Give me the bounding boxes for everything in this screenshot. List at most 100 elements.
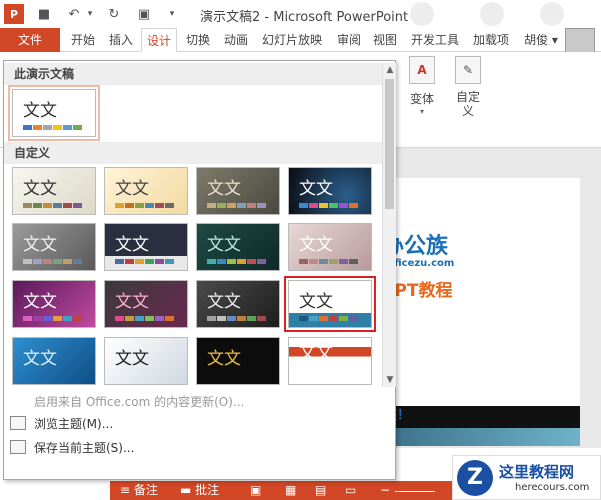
section-custom: 自定义 xyxy=(4,142,382,164)
customize-button[interactable]: ✎ 自定 义 xyxy=(446,56,490,118)
save-theme-icon xyxy=(10,440,26,454)
powerpoint-logo-icon[interactable]: P xyxy=(4,4,24,24)
theme-thumb-label: 文文 xyxy=(299,343,333,363)
normal-view-icon[interactable]: ▣ xyxy=(250,482,261,499)
tab-review[interactable]: 审阅 xyxy=(332,28,366,52)
tab-insert[interactable]: 插入 xyxy=(104,28,138,52)
theme-custom-10[interactable]: 文文 xyxy=(104,280,188,328)
theme-custom-15[interactable]: 文文 xyxy=(196,337,280,385)
theme-swatches xyxy=(23,203,83,208)
theme-custom-12-selected[interactable]: 文文 xyxy=(284,276,376,332)
tab-developer[interactable]: 开发工具 xyxy=(406,28,464,52)
menu-enable-office-updates: 启用来自 Office.com 的内容更新(O)... xyxy=(34,391,244,413)
theme-thumb-label: 文文 xyxy=(115,292,149,312)
undo-icon[interactable]: ↶ xyxy=(64,4,84,24)
zoom-slider[interactable] xyxy=(395,482,435,492)
user-name-label: 胡俊 xyxy=(524,33,549,47)
tab-addins[interactable]: 加载项 xyxy=(468,28,514,52)
tab-view[interactable]: 视图 xyxy=(368,28,402,52)
slide-sorter-icon[interactable]: ▦ xyxy=(285,482,296,499)
comments-label: 批注 xyxy=(195,483,220,497)
menu-save-current-theme[interactable]: 保存当前主题(S)... xyxy=(10,437,134,459)
theme-custom-11[interactable]: 文文 xyxy=(196,280,280,328)
comments-button[interactable]: ▬ 批注 xyxy=(180,482,219,499)
watermark-logo: Z 这里教程网 herecours.com xyxy=(452,455,601,500)
theme-thumb-label: 文文 xyxy=(207,292,241,312)
theme-custom-3[interactable]: 文文 xyxy=(196,167,280,215)
theme-custom-16[interactable]: 文文 xyxy=(288,337,372,385)
theme-thumb-label: 文文 xyxy=(207,179,241,199)
variants-label: 变体 xyxy=(409,92,434,106)
menu-browse-themes-label: 浏览主题(M)... xyxy=(34,417,114,431)
slideshow-view-icon[interactable]: ▭ xyxy=(345,482,356,499)
theme-swatches xyxy=(299,316,359,321)
customize-qat-icon[interactable]: ▾ xyxy=(162,4,182,24)
theme-swatches xyxy=(115,316,175,321)
theme-thumb-label: 文文 xyxy=(23,101,57,121)
theme-swatches xyxy=(23,316,83,321)
tab-home[interactable]: 开始 xyxy=(66,28,100,52)
theme-custom-13[interactable]: 文文 xyxy=(12,337,96,385)
theme-custom-2[interactable]: 文文 xyxy=(104,167,188,215)
notes-label: 备注 xyxy=(133,483,158,497)
theme-swatches xyxy=(23,259,83,264)
tab-design[interactable]: 设计 xyxy=(141,28,177,52)
ribbon-tab-bar: 文件 开始 插入 设计 切换 动画 幻灯片放映 审阅 视图 开发工具 加载项 胡… xyxy=(0,28,601,52)
theme-swatches xyxy=(115,259,175,264)
theme-custom-6[interactable]: 文文 xyxy=(104,223,188,271)
menu-enable-office-updates-label: 启用来自 Office.com 的内容更新(O)... xyxy=(34,395,245,409)
tab-animations[interactable]: 动画 xyxy=(219,28,253,52)
theme-current[interactable]: 文文 xyxy=(8,85,100,141)
scroll-thumb[interactable] xyxy=(385,79,394,209)
theme-swatches xyxy=(299,203,359,208)
theme-thumb-label: 文文 xyxy=(299,179,333,199)
skull-decoration-icon xyxy=(540,2,564,26)
user-name[interactable]: 胡俊 ▾ xyxy=(520,28,562,52)
theme-custom-8[interactable]: 文文 xyxy=(288,223,372,271)
customize-label: 自定 义 xyxy=(455,90,480,118)
scroll-up-icon[interactable]: ▲ xyxy=(383,63,397,77)
variants-button[interactable]: A 变体 ▾ xyxy=(400,56,444,116)
watermark-site: herecours.com xyxy=(515,482,590,493)
redo-icon[interactable]: ↻ xyxy=(104,4,124,24)
slide-canvas[interactable]: 办公族 Officezu.com PPT教程 族！ xyxy=(380,178,580,446)
tab-file[interactable]: 文件 xyxy=(0,28,60,52)
theme-custom-4[interactable]: 文文 xyxy=(288,167,372,215)
scroll-down-icon[interactable]: ▼ xyxy=(383,373,397,387)
tab-slideshow[interactable]: 幻灯片放映 xyxy=(256,28,328,52)
theme-thumb-label: 文文 xyxy=(299,292,333,312)
theme-swatches xyxy=(207,259,267,264)
skull-decoration-icon xyxy=(480,2,504,26)
theme-custom-14[interactable]: 文文 xyxy=(104,337,188,385)
theme-thumb-label: 文文 xyxy=(23,179,57,199)
customize-icon: ✎ xyxy=(455,56,481,84)
notes-button[interactable]: ≡ 备注 xyxy=(120,482,158,499)
theme-thumb-label: 文文 xyxy=(207,349,241,369)
slide-editing-area: 办公族 Officezu.com PPT教程 族！ xyxy=(380,148,601,448)
theme-swatches xyxy=(207,203,267,208)
variants-icon: A xyxy=(409,56,435,84)
zoom-out-icon[interactable]: − xyxy=(380,482,390,499)
theme-thumb-label: 文文 xyxy=(115,349,149,369)
title-bar: P ■ ↶ ▾ ↻ ▣ ▾ 演示文稿2 - Microsoft PowerPoi… xyxy=(0,0,601,28)
undo-dropdown-icon[interactable]: ▾ xyxy=(84,4,96,24)
theme-swatches xyxy=(23,125,83,130)
browse-folder-icon xyxy=(10,416,26,430)
gallery-scrollbar[interactable]: ▲ ▼ xyxy=(382,63,396,387)
theme-swatches xyxy=(299,259,359,264)
theme-swatches xyxy=(115,203,175,208)
themes-gallery-dropdown: 此演示文稿 文文 自定义 文文 文文 文文 文文 文文 文文 文文 文文 文文 xyxy=(3,60,396,480)
menu-browse-themes[interactable]: 浏览主题(M)... xyxy=(10,413,113,435)
reading-view-icon[interactable]: ▤ xyxy=(315,482,326,499)
theme-custom-5[interactable]: 文文 xyxy=(12,223,96,271)
avatar[interactable] xyxy=(565,28,595,54)
watermark-z-icon: Z xyxy=(457,460,493,496)
save-icon[interactable]: ■ xyxy=(34,4,54,24)
start-slideshow-icon[interactable]: ▣ xyxy=(134,4,154,24)
menu-save-current-theme-label: 保存当前主题(S)... xyxy=(34,441,135,455)
tab-transitions[interactable]: 切换 xyxy=(181,28,215,52)
theme-custom-1[interactable]: 文文 xyxy=(12,167,96,215)
theme-custom-7[interactable]: 文文 xyxy=(196,223,280,271)
window-title: 演示文稿2 - Microsoft PowerPoint xyxy=(200,10,409,25)
theme-custom-9[interactable]: 文文 xyxy=(12,280,96,328)
